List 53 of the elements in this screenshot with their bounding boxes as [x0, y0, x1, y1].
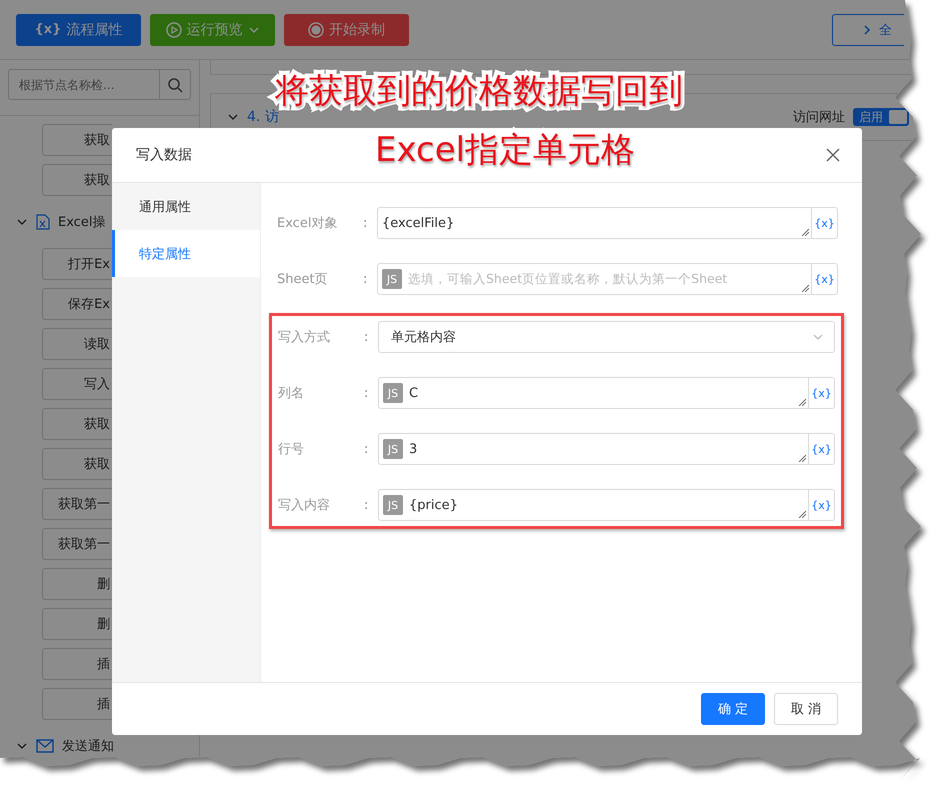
tab[interactable]: 通用属性 — [112, 183, 260, 230]
input-field[interactable]: JS C — [378, 377, 809, 409]
colon: : — [364, 330, 368, 344]
expand-all-button[interactable]: 全 — [832, 14, 904, 46]
search-button[interactable] — [160, 69, 191, 100]
js-badge: JS — [383, 495, 403, 515]
input-field[interactable]: JS {price} — [378, 489, 809, 521]
variable-button[interactable]: {x} — [812, 207, 838, 239]
select-field[interactable]: 单元格内容 — [378, 321, 835, 353]
mail-icon — [36, 739, 54, 753]
field-label: 写入方式 — [278, 329, 331, 346]
group-label[interactable]: Excel操 — [58, 213, 106, 231]
colon: : — [364, 386, 368, 400]
close-icon[interactable] — [826, 148, 840, 162]
input-field[interactable]: JS 选填，可输入Sheet页位置或名称，默认为第一个Sheet — [377, 263, 812, 295]
resize-grip-icon — [798, 454, 806, 462]
variable-button[interactable]: {x} — [812, 263, 838, 295]
field-label: 列名 — [278, 385, 305, 402]
dialog-title: 写入数据 — [136, 146, 192, 164]
play-icon — [166, 22, 182, 38]
step-action: 访问网址 — [793, 109, 845, 126]
input-field[interactable]: JS 3 — [378, 433, 809, 465]
variable-button[interactable]: {x} — [809, 377, 835, 409]
annotation-text: Excel指定单元格 — [375, 131, 636, 170]
toolbar-button[interactable]: {x} 流程属性 — [16, 14, 141, 46]
excel-file-icon — [36, 214, 50, 230]
field-label: 行号 — [278, 441, 305, 458]
input-field[interactable]: {excelFile} — [377, 207, 812, 239]
field-label: Excel对象 — [277, 215, 338, 232]
colon: : — [364, 498, 368, 512]
field-label: Sheet页 — [277, 271, 329, 288]
search-icon — [167, 76, 183, 92]
resize-grip-icon — [801, 284, 809, 292]
confirm-button[interactable]: 确 定 — [701, 693, 765, 725]
colon: : — [363, 272, 368, 286]
colon: : — [363, 216, 368, 230]
tab[interactable]: 特定属性 — [112, 230, 260, 277]
variable-button[interactable]: {x} — [809, 489, 835, 521]
js-badge: JS — [382, 269, 402, 289]
field-label: 写入内容 — [278, 497, 331, 514]
js-badge: JS — [383, 439, 403, 459]
resize-grip-icon — [801, 228, 809, 236]
resize-grip-icon — [798, 510, 806, 518]
record-icon — [308, 22, 324, 38]
colon: : — [364, 442, 368, 456]
resize-grip-icon — [798, 398, 806, 406]
search-field[interactable]: 根据节点名称检... — [8, 69, 160, 100]
step-title[interactable]: 4. 访 — [247, 108, 279, 126]
cancel-button[interactable]: 取 消 — [774, 693, 838, 725]
toggle-switch[interactable]: 启用 — [853, 108, 909, 126]
variable-button[interactable]: {x} — [809, 433, 835, 465]
group-label[interactable]: 发送通知 — [62, 737, 114, 755]
js-badge: JS — [383, 383, 403, 403]
